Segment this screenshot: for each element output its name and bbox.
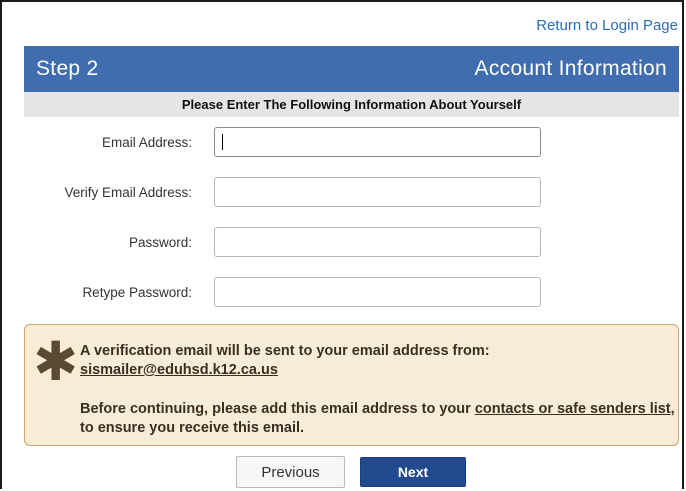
section-title: Account Information xyxy=(474,57,667,80)
retype-password-row: Retype Password: xyxy=(24,277,679,309)
safe-senders-link[interactable]: contacts or safe senders list xyxy=(475,401,671,417)
step-header: Step 2 Account Information xyxy=(24,46,679,92)
verify-email-input[interactable] xyxy=(214,177,541,207)
verify-email-row: Verify Email Address: xyxy=(24,177,679,209)
password-label: Password: xyxy=(128,235,192,250)
retype-password-label: Retype Password: xyxy=(82,285,192,300)
notice-line-2: Before continuing, please add this email… xyxy=(80,400,675,438)
step-label: Step 2 xyxy=(36,57,99,80)
notice-line-1: A verification email will be sent to you… xyxy=(80,342,670,380)
asterisk-icon: ✱ xyxy=(33,330,79,393)
instructions-bar: Please Enter The Following Information A… xyxy=(24,92,679,117)
sender-email-link[interactable]: sismailer@eduhsd.k12.ca.us xyxy=(80,362,278,378)
password-row: Password: xyxy=(24,227,679,259)
email-label: Email Address: xyxy=(101,135,192,150)
notice-line-1-text: A verification email will be sent to you… xyxy=(80,343,490,359)
verify-email-label: Verify Email Address: xyxy=(64,185,192,200)
email-row: Email Address: xyxy=(24,127,679,159)
previous-button[interactable]: Previous xyxy=(236,456,345,488)
email-input[interactable] xyxy=(214,127,541,157)
verification-notice: ✱ A verification email will be sent to y… xyxy=(24,324,679,446)
notice-line-2-pre: Before continuing, please add this email… xyxy=(80,401,475,417)
retype-password-input[interactable] xyxy=(214,277,541,307)
password-input[interactable] xyxy=(214,227,541,257)
return-to-login-link[interactable]: Return to Login Page xyxy=(536,17,678,34)
text-cursor xyxy=(222,134,223,150)
next-button[interactable]: Next xyxy=(360,457,466,487)
